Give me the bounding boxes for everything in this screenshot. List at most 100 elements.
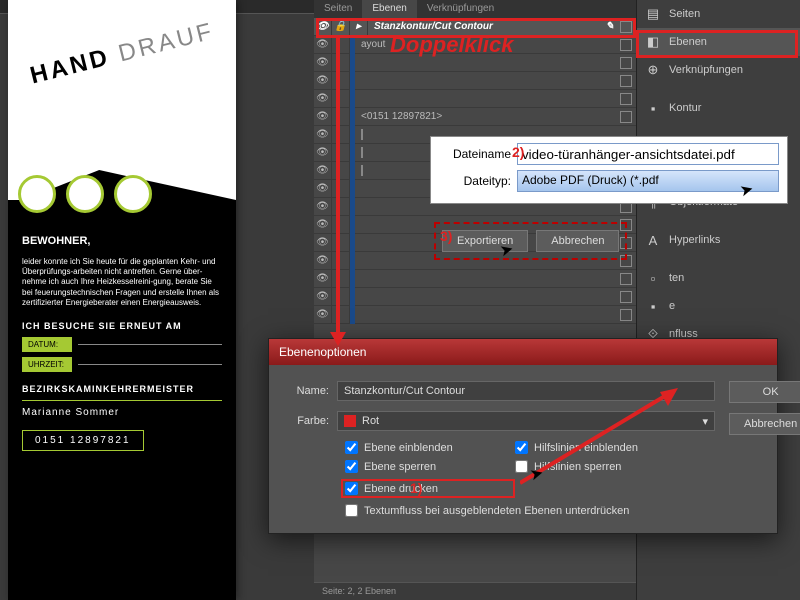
ck-ebene-einblenden[interactable]: Ebene einblenden [345,441,515,454]
layer-row[interactable]: 👁 [314,90,636,108]
anno-2: 2) [512,144,524,160]
panel-icon: ▪ [645,100,661,116]
ck-textumfluss[interactable]: Textumfluss bei ausgeblendeten Ebenen un… [345,504,715,517]
panel-kontur[interactable]: ▪ Kontur [637,94,800,122]
tab-verknuepfungen[interactable]: Verknüpfungen [417,0,504,18]
panel-icon: ◧ [645,34,661,50]
eye-icon[interactable]: 👁 [314,234,332,252]
document-preview: HAND DRAUF ▦ ⟲ ✎ LIEBER BEWOHNER, leider… [8,0,236,600]
panel-ten[interactable]: ▫ten [637,264,800,292]
lock-icon[interactable]: 🔒 [332,18,350,36]
eye-icon[interactable]: 👁 [314,126,332,144]
layer-row[interactable]: 👁 [314,288,636,306]
layer-row[interactable]: 👁 <0151 12897821> [314,108,636,126]
layer-swatch[interactable] [620,309,632,321]
layer-swatch[interactable] [620,21,632,33]
panel-label: Kontur [669,102,701,114]
panel-icon: A [645,232,661,248]
layer-row[interactable]: 👁 [314,306,636,324]
eye-icon[interactable]: 👁 [314,36,332,54]
anno-1: 1) [410,480,422,496]
anno-3: 3) [440,228,452,244]
layer-swatch[interactable] [620,291,632,303]
layer-row[interactable]: 👁 [314,72,636,90]
export-dialog-fragment: Dateiname Dateityp: Adobe PDF (Druck) (*… [430,136,788,204]
layer-top-name: Stanzkontur/Cut Contour [368,21,606,32]
ck-hilfslinien-einblenden[interactable]: Hilfslinien einblenden [515,441,715,454]
pen-icon[interactable]: ✎ [606,21,614,32]
eye-icon[interactable]: 👁 [314,180,332,198]
eye-icon[interactable]: 👁 [314,252,332,270]
bubble-icon: ✎ [114,175,152,213]
panel-label: Verknüpfungen [669,64,743,76]
layer-name: ayout [355,39,620,50]
dlg-ok-button[interactable]: OK [729,381,800,403]
layer-options-dialog: Ebenenoptionen Name: Farbe: Rot▾ Ebene e… [268,338,778,534]
panel-ebenen[interactable]: ◧Ebenen [637,28,800,56]
eye-icon[interactable]: 👁 [314,288,332,306]
dlg-farbe-label: Farbe: [285,415,337,427]
eye-icon[interactable]: 👁 [314,306,332,324]
panel-icon: ▪ [645,298,661,314]
doc-title: HAND DRAUF [27,18,217,91]
eye-icon[interactable]: 👁 [314,108,332,126]
eye-icon[interactable]: 👁 [314,18,332,36]
dlg-name-input[interactable] [337,381,715,401]
tab-ebenen[interactable]: Ebenen [362,0,416,18]
layer-row-top[interactable]: 👁 🔒 ▸ Stanzkontur/Cut Contour ✎ [314,18,636,36]
panel-label: e [669,300,675,312]
eye-icon[interactable]: 👁 [314,270,332,288]
eye-icon[interactable]: 👁 [314,216,332,234]
panel-label: Hyperlinks [669,234,720,246]
export-type-label: Dateityp: [439,174,517,188]
ck-ebene-sperren[interactable]: Ebene sperren [345,460,515,473]
layer-swatch[interactable] [620,57,632,69]
eye-icon[interactable]: 👁 [314,144,332,162]
layer-swatch[interactable] [620,273,632,285]
layer-row[interactable]: 👁 ayout [314,36,636,54]
layer-row[interactable]: 👁 [314,270,636,288]
eye-icon[interactable]: 👁 [314,198,332,216]
export-filename-input[interactable] [517,143,779,165]
layer-swatch[interactable] [361,147,363,158]
panel-verknüpfungen[interactable]: ⊕Verknüpfungen [637,56,800,84]
dialog-title: Ebenenoptionen [269,339,777,365]
bubble-icon: ▦ [18,175,56,213]
panel-hyperlinks[interactable]: A Hyperlinks [637,226,800,254]
export-name-label: Dateiname [439,147,517,161]
panel-seiten[interactable]: ▤Seiten [637,0,800,28]
export-cancel-button[interactable]: Abbrechen [536,230,619,252]
layer-name: <0151 12897821> [355,111,620,122]
dlg-farbe-select[interactable]: Rot▾ [337,411,715,431]
layer-swatch[interactable] [620,75,632,87]
export-buttons: Exportieren Abbrechen [434,222,627,260]
layer-swatch[interactable] [620,93,632,105]
field-time: UHRZEIT: [22,357,72,372]
doc-heading: LIEBER BEWOHNER, [22,220,222,249]
ck-hilfslinien-sperren[interactable]: Hilfslinien sperren [515,460,715,473]
panel-e[interactable]: ▪e [637,292,800,320]
eye-icon[interactable]: 👁 [314,54,332,72]
doc-name: Marianne Sommer [22,407,222,418]
eye-icon[interactable]: 👁 [314,72,332,90]
panel-icon: ▤ [645,6,661,22]
doc-role: BEZIRKSKAMINKEHRERMEISTER [22,384,222,394]
export-filetype-select[interactable]: Adobe PDF (Druck) (*.pdf [517,170,779,192]
layer-swatch[interactable] [620,111,632,123]
layers-footer: Seite: 2, 2 Ebenen [314,582,636,600]
doc-again-label: ICH BESUCHE SIE ERNEUT AM [22,321,222,331]
layer-swatch[interactable] [361,165,363,176]
chevron-down-icon[interactable]: ▸ [350,18,368,36]
layer-swatch[interactable] [620,39,632,51]
tab-seiten[interactable]: Seiten [314,0,362,18]
doc-paragraph: leider konnte ich Sie heute für die gepl… [22,257,222,309]
bubble-icon: ⟲ [66,175,104,213]
export-button[interactable]: Exportieren [442,230,528,252]
layer-row[interactable]: 👁 [314,54,636,72]
panel-label: ten [669,272,684,284]
layer-swatch[interactable] [361,129,363,140]
eye-icon[interactable]: 👁 [314,162,332,180]
ck-ebene-drucken[interactable]: Ebene drucken [341,479,515,498]
dlg-cancel-button[interactable]: Abbrechen [729,413,800,435]
eye-icon[interactable]: 👁 [314,90,332,108]
